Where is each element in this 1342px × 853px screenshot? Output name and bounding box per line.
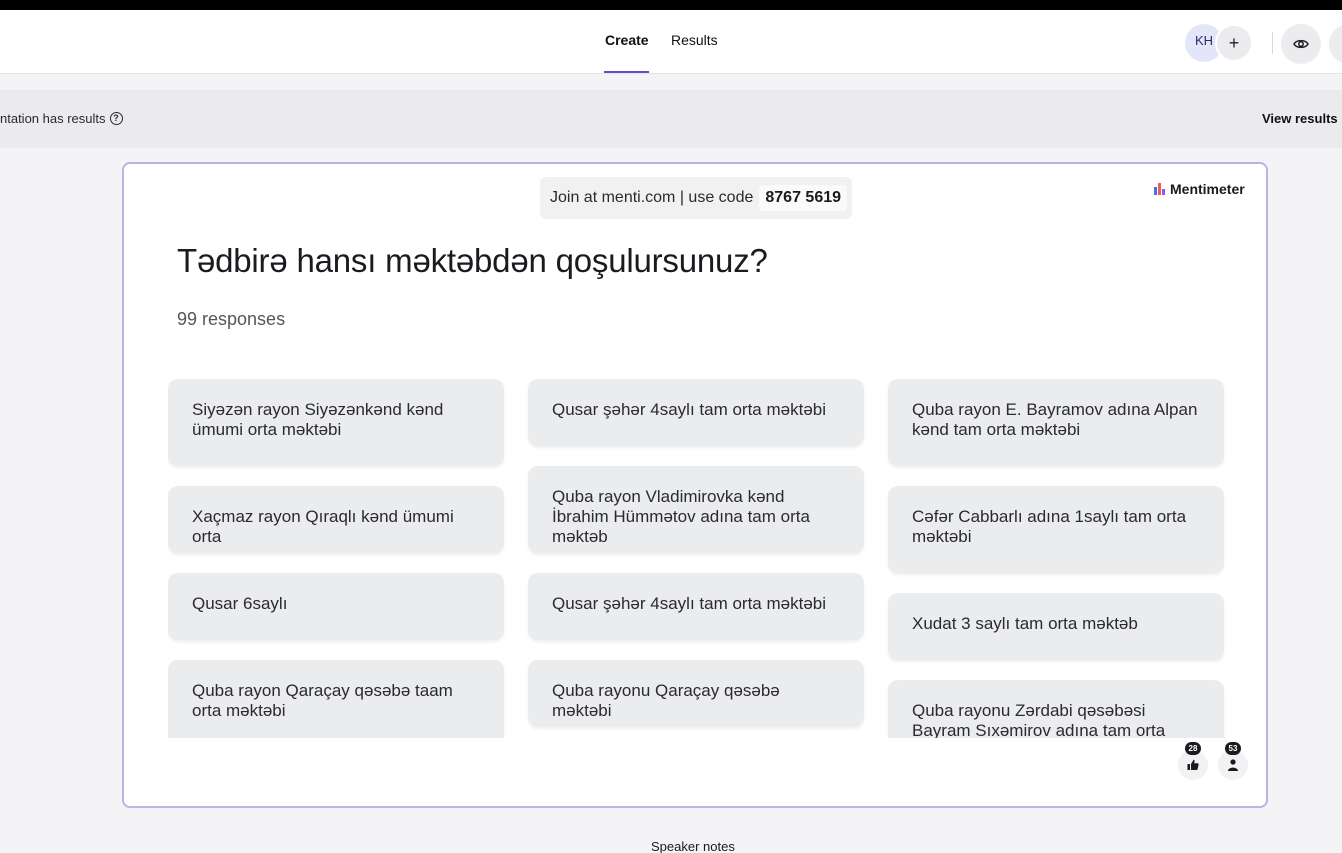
question-title: Tədbirə hansı məktəbdən qoşulursunuz? [177,242,768,279]
banner-text: ntation has results [0,111,106,126]
app-header: Create Results KH + [0,10,1342,74]
view-results-link[interactable]: View results [1262,111,1338,126]
answer-card: Xaçmaz rayon Qıraqlı kənd ümumi orta [168,486,504,553]
brand-name: Mentimeter [1170,181,1245,197]
thumbs-up-icon [1187,759,1199,770]
join-code: 8767 5619 [759,185,848,211]
more-button[interactable] [1329,24,1342,64]
answer-card: Qusar şəhər 4saylı tam orta məktəbi [528,379,864,446]
eye-icon [1293,39,1309,49]
answer-card: Quba rayonu Qaraçay qəsəbə məktəbi [528,660,864,727]
answer-card: Quba rayon Vladimirovka kənd İbrahim Hüm… [528,466,864,553]
answer-card: Quba rayonu Zərdabi qəsəbəsi Bayram Sıxə… [888,680,1224,738]
join-prefix: Join at menti.com | use code [550,189,754,206]
answer-card: Cəfər Cabbarlı adına 1saylı tam orta mək… [888,486,1224,573]
banner-message: ntation has results ? [0,111,123,126]
header-divider [1272,32,1273,54]
active-tab-indicator [604,71,649,73]
participants-reaction[interactable]: 53 [1218,742,1248,780]
answer-card: Qusar şəhər 4saylı tam orta məktəbi [528,573,864,640]
tab-results[interactable]: Results [671,32,718,48]
answer-card: Siyəzən rayon Siyəzənkənd kənd ümumi ort… [168,379,504,466]
participant-count: 53 [1225,742,1241,755]
plus-icon: + [1228,32,1240,53]
slide-preview[interactable]: Join at menti.com | use code 8767 5619 M… [122,162,1268,808]
reaction-count: 28 [1185,742,1201,755]
thumbs-up-reaction[interactable]: 28 [1178,742,1208,780]
add-collaborator-button[interactable]: + [1215,24,1253,62]
person-icon [1228,759,1238,771]
answer-card: Quba rayon Qaraçay qəsəbə taam orta məkt… [168,660,504,738]
response-count: 99 responses [177,309,286,329]
top-black-strip [0,0,1342,10]
tab-create[interactable]: Create [605,32,649,48]
mentimeter-logo-icon [1154,183,1166,195]
join-instructions: Join at menti.com | use code 8767 5619 [540,177,852,219]
speaker-notes-toggle[interactable]: Speaker notes [651,839,735,853]
results-banner: ntation has results ? View results [0,90,1342,148]
answer-card: Qusar 6saylı [168,573,504,640]
brand-logo: Mentimeter [1154,181,1245,197]
help-icon[interactable]: ? [109,112,123,125]
answer-card: Xudat 3 saylı tam orta məktəb [888,593,1224,660]
reactions: 28 53 [1178,742,1248,780]
answer-card: Quba rayon E. Bayramov adına Alpan kənd … [888,379,1224,466]
answers-grid: Siyəzən rayon Siyəzənkənd kənd ümumi ort… [168,379,1226,738]
preview-button[interactable] [1281,24,1321,64]
